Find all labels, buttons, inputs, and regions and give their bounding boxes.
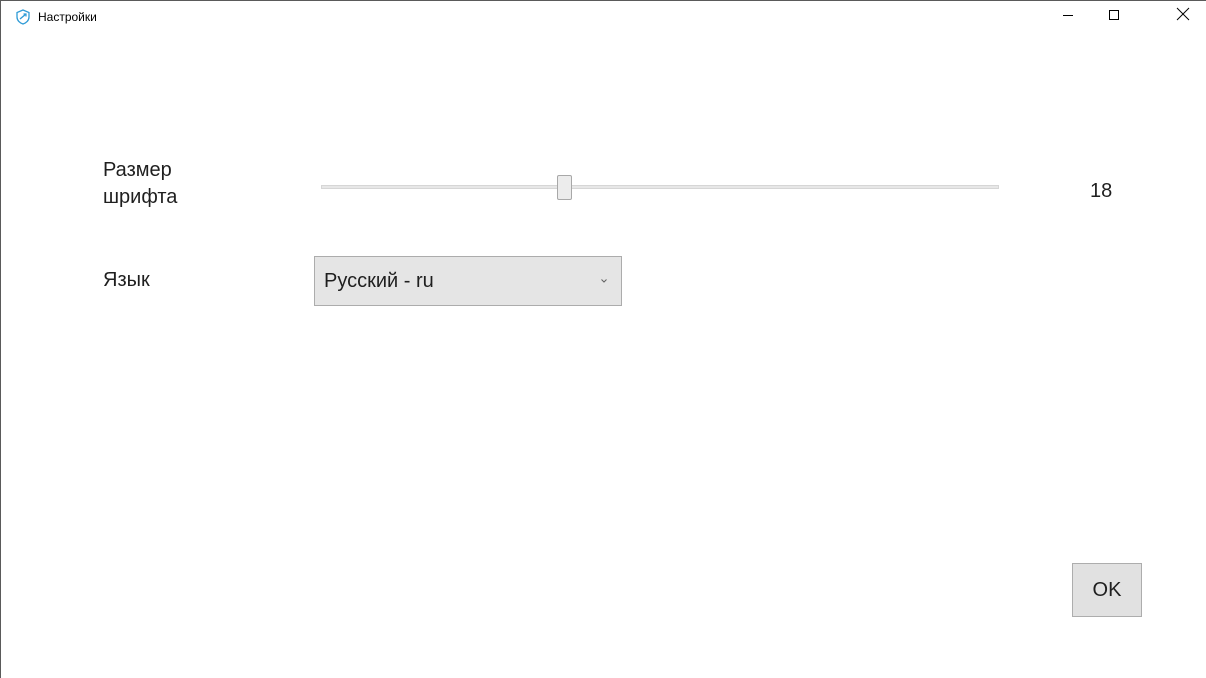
language-label: Язык [103,269,150,291]
slider-track[interactable] [321,185,999,189]
minimize-icon [1062,8,1074,26]
font-size-value: 18 [1090,180,1113,202]
chevron-down-icon [599,273,609,283]
maximize-button[interactable] [1091,1,1137,32]
slider-thumb[interactable] [557,175,573,200]
maximize-icon [1108,8,1120,26]
language-select[interactable]: Русский - ru [314,256,622,306]
language-select-value: Русский - ru [324,270,434,292]
settings-window: Настройки Размер шрифта 18 Язык Русский … [0,0,1206,678]
close-icon [1176,7,1190,26]
font-size-label: Размер шрифта [103,159,178,208]
title-bar[interactable]: Настройки [1,1,1206,32]
close-button[interactable] [1159,1,1206,32]
app-shield-icon [15,9,31,25]
window-title: Настройки [38,10,97,24]
font-size-slider[interactable] [321,175,999,201]
minimize-button[interactable] [1045,1,1091,32]
ok-button[interactable]: OK [1072,563,1142,617]
